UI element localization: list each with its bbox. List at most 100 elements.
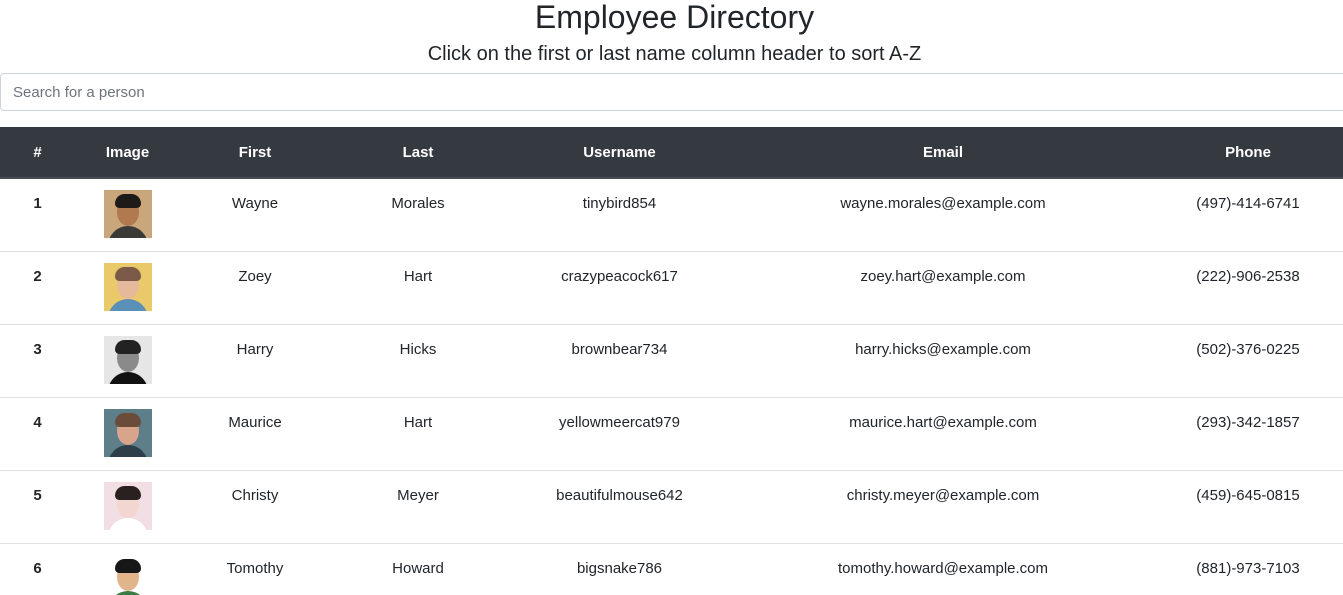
- row-last-cell: Hart: [330, 251, 506, 325]
- row-last-cell: Hart: [330, 397, 506, 471]
- row-username-cell: beautifulmouse642: [506, 470, 733, 544]
- row-phone-cell: (881)-973-7103: [1153, 543, 1343, 595]
- row-number-cell: 3: [0, 324, 75, 398]
- avatar-hair: [114, 340, 141, 354]
- last-name: Howard: [392, 560, 444, 577]
- row-username-cell: brownbear734: [506, 324, 733, 398]
- row-email-cell: christy.meyer@example.com: [733, 470, 1153, 544]
- row-email-cell: wayne.morales@example.com: [733, 178, 1153, 252]
- row-email-cell: maurice.hart@example.com: [733, 397, 1153, 471]
- username: tinybird854: [582, 195, 657, 212]
- row-phone-cell: (459)-645-0815: [1153, 470, 1343, 544]
- row-phone-cell: (502)-376-0225: [1153, 324, 1343, 398]
- username: yellowmeercat979: [559, 414, 680, 431]
- avatar: [103, 263, 152, 311]
- phone: (293)-342-1857: [1196, 414, 1300, 431]
- email: harry.hicks@example.com: [855, 341, 1031, 358]
- row-image-cell: [75, 178, 180, 252]
- row-number-cell: 4: [0, 397, 75, 471]
- row-last-cell: Howard: [330, 543, 506, 595]
- phone: (459)-645-0815: [1196, 487, 1300, 504]
- page-title: Employee Directory: [534, 0, 815, 35]
- first-name: Wayne: [231, 195, 279, 212]
- phone: (881)-973-7103: [1196, 560, 1300, 577]
- username: beautifulmouse642: [556, 487, 683, 504]
- first-name: Harry: [236, 341, 274, 358]
- column-header-first[interactable]: First: [180, 127, 330, 179]
- phone: (222)-906-2538: [1196, 268, 1300, 285]
- row-first-cell: Tomothy: [180, 543, 330, 595]
- row-username-cell: yellowmeercat979: [506, 397, 733, 471]
- table-row: 2 Zoey Hart crazypeacock617 zoey.hart@exampl…: [0, 251, 1343, 325]
- row-first-cell: Zoey: [180, 251, 330, 325]
- row-last-cell: Hicks: [330, 324, 506, 398]
- table-header: # Image First Last Username Email Phone: [0, 127, 1343, 179]
- employee-table: # Image First Last Username Email Phone …: [0, 127, 1343, 595]
- username: brownbear734: [571, 341, 668, 358]
- avatar-hair: [114, 413, 141, 427]
- first-name: Christy: [231, 487, 279, 504]
- table-header-row: # Image First Last Username Email Phone: [0, 127, 1343, 179]
- row-last-cell: Meyer: [330, 470, 506, 544]
- row-image-cell: [75, 543, 180, 595]
- row-image-cell: [75, 470, 180, 544]
- last-name: Hart: [403, 268, 433, 285]
- avatar-hair: [114, 486, 141, 500]
- row-number-cell: 2: [0, 251, 75, 325]
- row-first-cell: Wayne: [180, 178, 330, 252]
- row-image-cell: [75, 397, 180, 471]
- table-row: 4 Maurice Hart yellowmeercat979 maurice.hart…: [0, 397, 1343, 471]
- column-header-username: Username: [506, 127, 733, 179]
- search-input[interactable]: [0, 73, 1343, 111]
- table-body: 1 Wayne Morales tinybird854 wayne.morales@ex…: [0, 178, 1343, 595]
- row-image-cell: [75, 251, 180, 325]
- column-header-last[interactable]: Last: [330, 127, 506, 179]
- column-header-email: Email: [733, 127, 1153, 179]
- last-name: Hicks: [399, 341, 437, 358]
- username: crazypeacock617: [561, 268, 678, 285]
- row-first-cell: Harry: [180, 324, 330, 398]
- table-row: 5 Christy Meyer beautifulmouse642 christy.me…: [0, 470, 1343, 544]
- avatar: [103, 336, 152, 384]
- column-header-image: Image: [75, 127, 180, 179]
- row-last-cell: Morales: [330, 178, 506, 252]
- column-header-phone: Phone: [1153, 127, 1343, 179]
- row-number: 5: [33, 487, 42, 504]
- row-email-cell: harry.hicks@example.com: [733, 324, 1153, 398]
- page-subtitle: Click on the first or last name column h…: [427, 43, 922, 65]
- email: christy.meyer@example.com: [846, 487, 1040, 504]
- avatar: [103, 482, 152, 530]
- email: wayne.morales@example.com: [840, 195, 1046, 212]
- row-number: 6: [33, 560, 42, 577]
- row-number-cell: 6: [0, 543, 75, 595]
- row-number: 4: [33, 414, 42, 431]
- row-username-cell: bigsnake786: [506, 543, 733, 595]
- page: Employee Directory Click on the first or…: [0, 0, 1343, 595]
- row-username-cell: tinybird854: [506, 178, 733, 252]
- last-name: Hart: [403, 414, 433, 431]
- phone: (502)-376-0225: [1196, 341, 1300, 358]
- row-first-cell: Christy: [180, 470, 330, 544]
- avatar: [103, 555, 152, 595]
- row-username-cell: crazypeacock617: [506, 251, 733, 325]
- last-name: Morales: [391, 195, 445, 212]
- email: zoey.hart@example.com: [860, 268, 1026, 285]
- avatar-hair: [114, 194, 141, 208]
- row-number-cell: 1: [0, 178, 75, 252]
- email: tomothy.howard@example.com: [837, 560, 1049, 577]
- first-name: Tomothy: [226, 560, 284, 577]
- row-phone-cell: (222)-906-2538: [1153, 251, 1343, 325]
- avatar-hair: [114, 559, 141, 573]
- row-image-cell: [75, 324, 180, 398]
- row-phone-cell: (497)-414-6741: [1153, 178, 1343, 252]
- username: bigsnake786: [576, 560, 663, 577]
- avatar-hair: [114, 267, 141, 281]
- row-email-cell: tomothy.howard@example.com: [733, 543, 1153, 595]
- avatar: [103, 409, 152, 457]
- avatar: [103, 190, 152, 238]
- phone: (497)-414-6741: [1196, 195, 1300, 212]
- first-name: Zoey: [238, 268, 272, 285]
- first-name: Maurice: [228, 414, 282, 431]
- row-number: 2: [33, 268, 42, 285]
- table-row: 1 Wayne Morales tinybird854 wayne.morales@ex…: [0, 178, 1343, 252]
